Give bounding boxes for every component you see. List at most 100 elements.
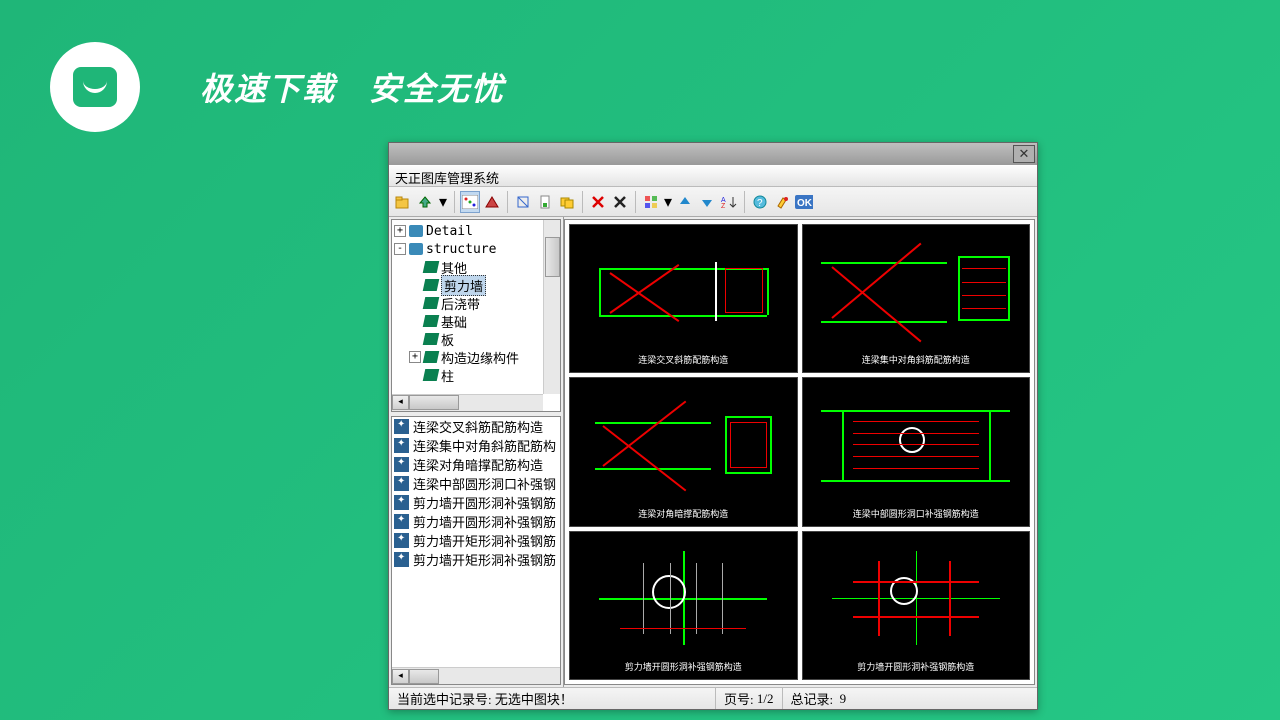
tree-item-3[interactable]: 剪力墙 — [394, 276, 558, 294]
list-label: 剪力墙开圆形洞补强钢筋 — [413, 512, 556, 531]
list-panel: 连梁交叉斜筋配筋构造连梁集中对角斜筋配筋构连梁对角暗撑配筋构造连梁中部圆形洞口补… — [391, 416, 561, 685]
svg-text:Z: Z — [721, 203, 726, 209]
tree-label: Detail — [426, 224, 473, 239]
tree-label: 基础 — [441, 312, 467, 331]
tree-item-1[interactable]: - structure — [394, 240, 558, 258]
move-up-button[interactable] — [675, 191, 695, 213]
status-page-label: 页号: — [724, 689, 754, 708]
book-icon — [423, 261, 440, 273]
delete-x-black[interactable] — [610, 191, 630, 213]
status-total-value: 9 — [840, 691, 847, 707]
book-icon — [423, 333, 440, 345]
thumb-caption: 剪力墙开圆形洞补强钢筋构造 — [625, 660, 742, 673]
list-hscroll[interactable]: ◂ — [392, 667, 560, 684]
list-item[interactable]: 连梁交叉斜筋配筋构造 — [392, 417, 560, 436]
list-label: 连梁交叉斜筋配筋构造 — [413, 417, 543, 436]
up-button[interactable] — [415, 191, 435, 213]
window-title: 天正图库管理系统 — [389, 165, 1037, 187]
dropdown-toggle[interactable]: ▾ — [437, 191, 449, 213]
tree-label: 后浇带 — [441, 294, 480, 313]
view-dots-button[interactable] — [460, 191, 480, 213]
thumbnail[interactable]: 剪力墙开圆形洞补强钢筋构造 — [802, 531, 1031, 680]
block-icon — [394, 419, 409, 434]
expand-toggle[interactable]: - — [394, 243, 406, 255]
tree-item-7[interactable]: + 构造边缘构件 — [394, 348, 558, 366]
list-label: 连梁集中对角斜筋配筋构 — [413, 436, 556, 455]
sort-button[interactable]: AZ — [719, 191, 739, 213]
tree-hscroll[interactable]: ◂ — [392, 394, 543, 411]
tree-vscroll[interactable] — [543, 220, 560, 394]
tree-item-2[interactable]: 其他 — [394, 258, 558, 276]
view-pyramid-button[interactable] — [482, 191, 502, 213]
block-icon — [394, 495, 409, 510]
book-icon — [423, 369, 440, 381]
thumb-caption: 连梁中部圆形洞口补强钢筋构造 — [853, 507, 979, 520]
svg-text:OK: OK — [797, 198, 813, 209]
thumbnail-grid: 连梁交叉斜筋配筋构造 连梁集中对角斜筋配筋构造连梁对角暗撑配筋构造 连梁中部圆形洞口… — [564, 219, 1035, 685]
thumbnail[interactable]: 连梁对角暗撑配筋构造 — [569, 377, 798, 526]
list-item[interactable]: 连梁集中对角斜筋配筋构 — [392, 436, 560, 455]
thumbnail[interactable]: 连梁中部圆形洞口补强钢筋构造 — [802, 377, 1031, 526]
block-icon — [394, 457, 409, 472]
tree-item-5[interactable]: 基础 — [394, 312, 558, 330]
book-icon — [423, 315, 440, 327]
layout-dropdown[interactable]: ▾ — [663, 191, 673, 213]
block-icon — [394, 514, 409, 529]
layout-button[interactable] — [641, 191, 661, 213]
thumbnail[interactable]: 剪力墙开圆形洞补强钢筋构造 — [569, 531, 798, 680]
thumbnail[interactable]: 连梁集中对角斜筋配筋构造 — [802, 224, 1031, 373]
block-icon — [394, 438, 409, 453]
expand-toggle[interactable]: + — [409, 351, 421, 363]
promo-text-2: 安全无忧 — [369, 71, 505, 107]
ok-button[interactable]: OK — [794, 191, 814, 213]
thumb-caption: 连梁对角暗撑配筋构造 — [638, 507, 728, 520]
status-page-value: 1/2 — [757, 691, 774, 707]
status-selection-value: 无选中图块！ — [495, 689, 573, 708]
list-item[interactable]: 剪力墙开圆形洞补强钢筋 — [392, 493, 560, 512]
tree-label: 柱 — [441, 366, 454, 385]
list-label: 连梁对角暗撑配筋构造 — [413, 455, 543, 474]
folder-icon — [409, 225, 423, 237]
measure-button[interactable] — [513, 191, 533, 213]
thumb-caption: 剪力墙开圆形洞补强钢筋构造 — [857, 660, 974, 673]
file-button[interactable] — [535, 191, 555, 213]
app-logo — [50, 42, 140, 132]
cards-button[interactable] — [557, 191, 577, 213]
thumb-caption: 连梁交叉斜筋配筋构造 — [638, 353, 728, 366]
tree-panel: + Detail - structure其他剪力墙后浇带基础板 + 构造边缘构件柱 ◂ — [391, 219, 561, 412]
tree-label: 构造边缘构件 — [441, 348, 519, 367]
tree-item-6[interactable]: 板 — [394, 330, 558, 348]
list-item[interactable]: 连梁对角暗撑配筋构造 — [392, 455, 560, 474]
list-item[interactable]: 剪力墙开矩形洞补强钢筋 — [392, 550, 560, 569]
list-label: 剪力墙开矩形洞补强钢筋 — [413, 531, 556, 550]
titlebar[interactable]: ✕ — [389, 143, 1037, 165]
open-button[interactable] — [393, 191, 413, 213]
book-icon — [423, 351, 440, 363]
tree-item-4[interactable]: 后浇带 — [394, 294, 558, 312]
svg-text:?: ? — [757, 198, 763, 209]
folder-icon — [409, 243, 423, 255]
tree-item-8[interactable]: 柱 — [394, 366, 558, 384]
delete-x-red[interactable] — [588, 191, 608, 213]
thumb-caption: 连梁集中对角斜筋配筋构造 — [862, 353, 970, 366]
close-button[interactable]: ✕ — [1013, 145, 1035, 163]
help-button[interactable]: ? — [750, 191, 770, 213]
brush-button[interactable] — [772, 191, 792, 213]
block-icon — [394, 533, 409, 548]
tree-label: 板 — [441, 330, 454, 349]
tree-label: 剪力墙 — [441, 275, 486, 296]
list-item[interactable]: 剪力墙开圆形洞补强钢筋 — [392, 512, 560, 531]
thumbnail[interactable]: 连梁交叉斜筋配筋构造 — [569, 224, 798, 373]
list-item[interactable]: 剪力墙开矩形洞补强钢筋 — [392, 531, 560, 550]
app-window: ✕ 天正图库管理系统 ▾ ▾ AZ ? OK + Detail - structure… — [388, 142, 1038, 710]
shopping-bag-icon — [73, 67, 117, 107]
block-icon — [394, 476, 409, 491]
expand-toggle[interactable]: + — [394, 225, 406, 237]
tree-item-0[interactable]: + Detail — [394, 222, 558, 240]
list-label: 剪力墙开矩形洞补强钢筋 — [413, 550, 556, 569]
block-icon — [394, 552, 409, 567]
move-down-button[interactable] — [697, 191, 717, 213]
tree-label: structure — [426, 242, 496, 257]
list-item[interactable]: 连梁中部圆形洞口补强钢 — [392, 474, 560, 493]
status-selection-label: 当前选中记录号: — [397, 689, 492, 708]
